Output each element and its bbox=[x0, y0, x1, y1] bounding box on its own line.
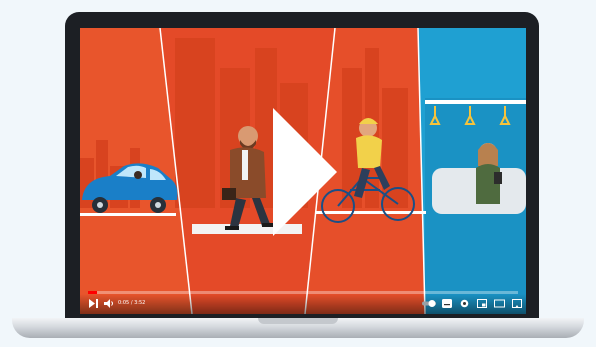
laptop-notch bbox=[258, 318, 338, 324]
settings-icon bbox=[460, 299, 469, 308]
autoplay-toggle[interactable] bbox=[422, 300, 436, 310]
miniplayer-icon bbox=[477, 299, 487, 308]
laptop-mockup: 0:05 / 3:52 bbox=[0, 0, 596, 347]
theater-mode-button[interactable] bbox=[494, 299, 505, 311]
autoplay-toggle-icon bbox=[422, 300, 436, 307]
captions-icon bbox=[442, 299, 452, 308]
play-overlay-button[interactable] bbox=[273, 108, 337, 236]
play-icon bbox=[273, 108, 337, 236]
next-icon bbox=[89, 299, 98, 308]
volume-button[interactable] bbox=[104, 299, 114, 311]
captions-button[interactable] bbox=[442, 299, 452, 311]
progress-bar-fill bbox=[88, 291, 97, 294]
progress-bar[interactable] bbox=[88, 291, 518, 294]
next-button[interactable] bbox=[89, 299, 98, 311]
road-line bbox=[80, 213, 176, 216]
time-display: 0:05 / 3:52 bbox=[118, 300, 146, 306]
cast-icon bbox=[512, 299, 522, 308]
settings-button[interactable] bbox=[460, 299, 469, 311]
theater-icon bbox=[494, 299, 505, 308]
miniplayer-button[interactable] bbox=[477, 299, 487, 311]
volume-icon bbox=[104, 299, 113, 308]
cast-button[interactable] bbox=[512, 299, 522, 311]
